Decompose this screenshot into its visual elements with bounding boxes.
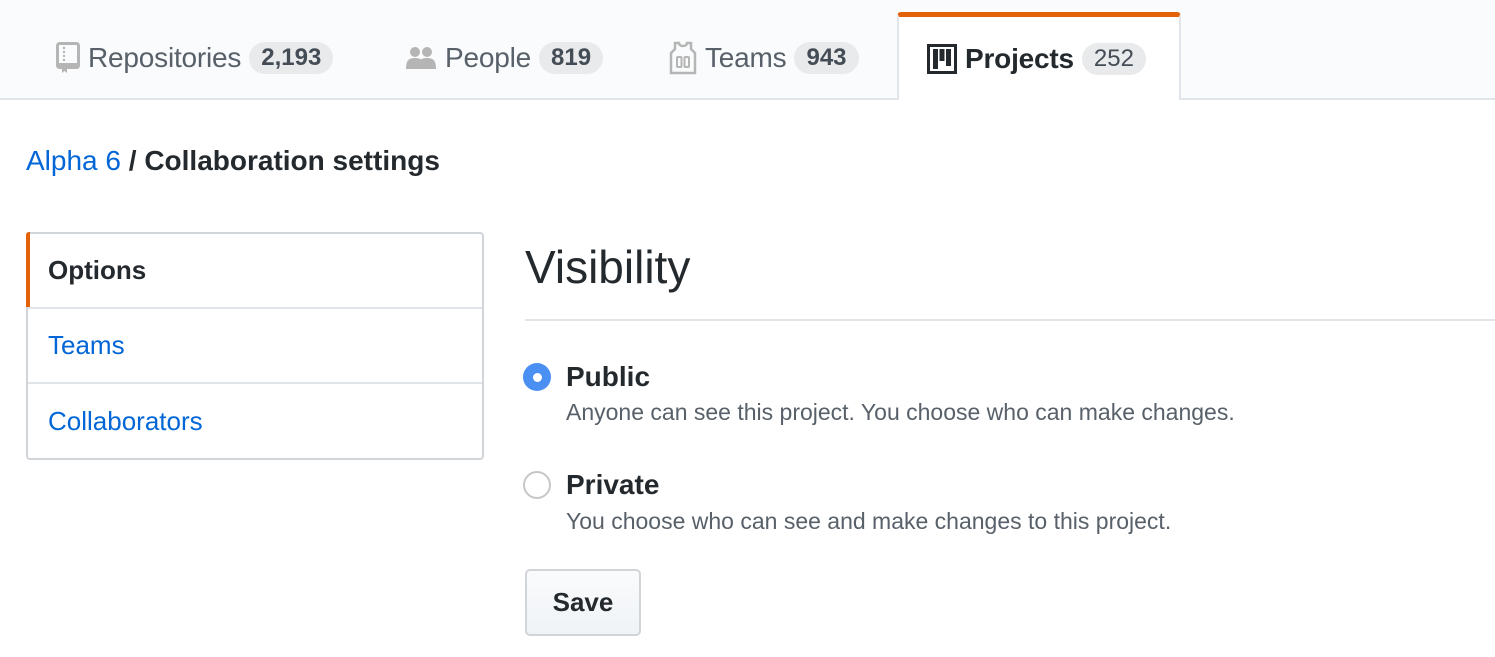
tab-counter: 252 xyxy=(1081,42,1146,75)
breadcrumb-current: Collaboration settings xyxy=(144,145,440,176)
tab-bar: Repositories 2,193 People 819 Teams 943 … xyxy=(0,0,1495,100)
radio-option-public[interactable]: Public xyxy=(523,361,650,393)
menu-item-collaborators[interactable]: Collaborators xyxy=(28,384,482,459)
tab-repositories[interactable]: Repositories 2,193 xyxy=(56,14,334,102)
radio-note-public: Anyone can see this project. You choose … xyxy=(566,399,1235,425)
breadcrumb: Alpha 6 / Collaboration settings xyxy=(26,145,440,177)
radio-label-private[interactable]: Private xyxy=(566,469,659,501)
save-button[interactable]: Save xyxy=(525,569,641,636)
radio-label-public[interactable]: Public xyxy=(566,361,650,393)
tab-label: People xyxy=(445,42,531,73)
settings-menu: Options Teams Collaborators xyxy=(26,232,484,460)
radio-note-private: You choose who can see and make changes … xyxy=(566,508,1172,534)
tab-label: Repositories xyxy=(88,42,242,73)
section-heading: Visibility xyxy=(525,241,691,293)
repo-icon xyxy=(56,42,80,74)
tab-people[interactable]: People 819 xyxy=(405,14,604,102)
radio-dot xyxy=(532,372,542,382)
menu-item-options[interactable]: Options xyxy=(26,232,482,309)
tab-label: Teams xyxy=(705,42,787,73)
divider xyxy=(525,319,1495,321)
tab-teams[interactable]: Teams 943 xyxy=(669,14,859,102)
breadcrumb-parent-link[interactable]: Alpha 6 xyxy=(26,145,121,176)
radio-button-private[interactable] xyxy=(523,471,551,499)
people-icon xyxy=(405,46,437,70)
breadcrumb-separator: / xyxy=(128,145,137,176)
jersey-icon xyxy=(669,41,697,75)
tab-counter: 943 xyxy=(794,42,859,74)
tab-counter: 819 xyxy=(539,42,604,74)
radio-option-private[interactable]: Private xyxy=(523,469,659,501)
tab-counter: 2,193 xyxy=(249,42,334,74)
tab-label: Projects xyxy=(965,42,1074,74)
menu-item-teams[interactable]: Teams xyxy=(28,309,482,384)
radio-button-public[interactable] xyxy=(523,363,551,391)
project-icon xyxy=(927,43,957,74)
tab-projects[interactable]: Projects 252 xyxy=(897,12,1181,100)
